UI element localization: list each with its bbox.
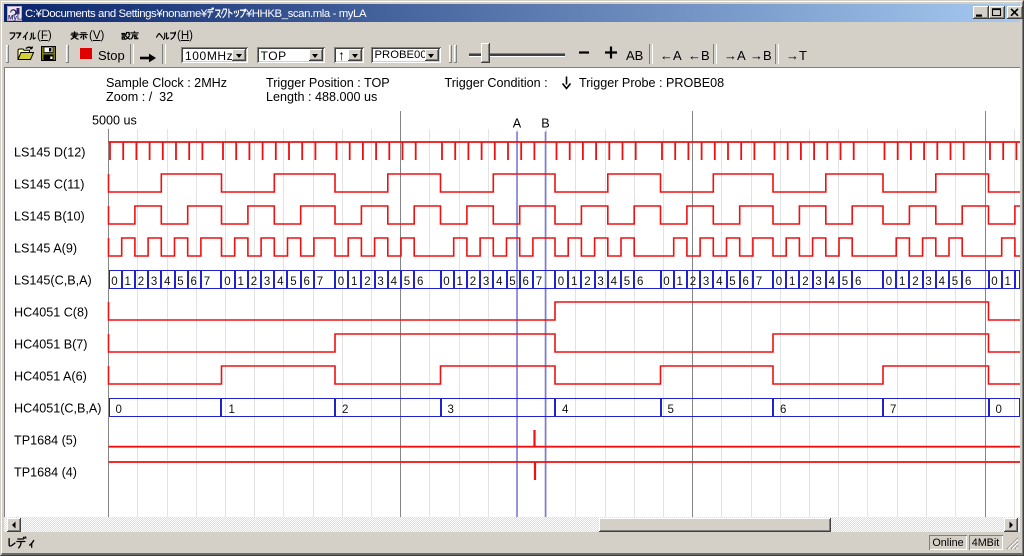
svg-text:2: 2 — [470, 276, 476, 288]
svg-text:HC4051(C,B,A): HC4051(C,B,A) — [14, 402, 102, 416]
svg-text:1: 1 — [789, 276, 795, 288]
svg-text:Sample Clock : 2MHz: Sample Clock : 2MHz — [106, 76, 227, 90]
svg-text:Trigger Position : TOP: Trigger Position : TOP — [266, 76, 390, 90]
svg-text:3: 3 — [815, 276, 821, 288]
svg-text:LS145 A(9): LS145 A(9) — [14, 242, 77, 256]
svg-text:Trigger Probe : PROBE08: Trigger Probe : PROBE08 — [579, 76, 724, 90]
svg-text:1: 1 — [571, 276, 577, 288]
svg-text:2: 2 — [364, 276, 370, 288]
svg-text:1: 1 — [351, 276, 357, 288]
svg-text:1: 1 — [677, 276, 683, 288]
svg-text:5: 5 — [404, 276, 410, 288]
svg-text:2: 2 — [342, 404, 348, 416]
svg-text:HC4051 B(7): HC4051 B(7) — [14, 338, 88, 352]
svg-text:0: 0 — [224, 276, 230, 288]
svg-text:4: 4 — [391, 276, 398, 288]
svg-text:0: 0 — [558, 276, 564, 288]
svg-text:3: 3 — [483, 276, 489, 288]
svg-text:7: 7 — [536, 276, 542, 288]
svg-text:3: 3 — [925, 276, 931, 288]
svg-text:4: 4 — [939, 276, 946, 288]
svg-text:0: 0 — [996, 404, 1002, 416]
svg-text:Trigger Condition :: Trigger Condition : — [445, 76, 548, 90]
svg-text:TP1684 (5): TP1684 (5) — [14, 434, 77, 448]
svg-text:1: 1 — [1005, 276, 1011, 288]
svg-text:5: 5 — [624, 276, 630, 288]
svg-text:0: 0 — [338, 276, 344, 288]
svg-text:4: 4 — [829, 276, 836, 288]
svg-text:LS145 C(11): LS145 C(11) — [14, 178, 84, 192]
svg-text:3: 3 — [703, 276, 709, 288]
svg-text:3: 3 — [377, 276, 383, 288]
svg-text:5: 5 — [290, 276, 296, 288]
svg-text:5: 5 — [509, 276, 515, 288]
svg-text:0: 0 — [116, 404, 122, 416]
svg-text:0: 0 — [111, 276, 117, 288]
svg-text:3: 3 — [597, 276, 603, 288]
svg-text:Zoom : / 32: Zoom : / 32 — [106, 90, 173, 104]
svg-text:LS145(C,B,A): LS145(C,B,A) — [14, 274, 92, 288]
svg-text:3: 3 — [264, 276, 270, 288]
svg-text:A: A — [513, 117, 522, 131]
svg-text:2: 2 — [251, 276, 257, 288]
svg-text:1: 1 — [229, 404, 235, 416]
svg-text:6: 6 — [855, 276, 861, 288]
svg-text:1: 1 — [457, 276, 463, 288]
svg-text:6: 6 — [743, 276, 749, 288]
svg-text:3: 3 — [448, 404, 454, 416]
svg-text:5: 5 — [177, 276, 183, 288]
svg-text:1: 1 — [125, 276, 131, 288]
svg-text:4: 4 — [562, 404, 569, 416]
svg-text:LS145 B(10): LS145 B(10) — [14, 210, 85, 224]
svg-text:5: 5 — [952, 276, 958, 288]
svg-text:6: 6 — [780, 404, 786, 416]
svg-text:4: 4 — [611, 276, 618, 288]
svg-text:1: 1 — [238, 276, 244, 288]
svg-text:LS145 D(12): LS145 D(12) — [14, 146, 85, 160]
svg-text:0: 0 — [443, 276, 449, 288]
svg-text:5000 us: 5000 us — [92, 114, 137, 128]
svg-text:7: 7 — [317, 276, 323, 288]
svg-text:6: 6 — [523, 276, 529, 288]
svg-text:Length : 488.000 us: Length : 488.000 us — [266, 90, 377, 104]
svg-text:5: 5 — [842, 276, 848, 288]
svg-text:6: 6 — [417, 276, 423, 288]
svg-text:4: 4 — [716, 276, 723, 288]
svg-text:5: 5 — [668, 404, 674, 416]
svg-text:HC4051 A(6): HC4051 A(6) — [14, 370, 87, 384]
svg-text:4: 4 — [164, 276, 171, 288]
svg-text:0: 0 — [776, 276, 782, 288]
svg-text:TP1684 (4): TP1684 (4) — [14, 466, 77, 480]
svg-text:5: 5 — [729, 276, 735, 288]
svg-text:6: 6 — [191, 276, 197, 288]
svg-text:6: 6 — [637, 276, 643, 288]
svg-text:7: 7 — [890, 404, 896, 416]
svg-text:4: 4 — [277, 276, 284, 288]
svg-text:B: B — [541, 117, 549, 131]
svg-text:1: 1 — [899, 276, 905, 288]
svg-text:6: 6 — [965, 276, 971, 288]
svg-text:4: 4 — [496, 276, 503, 288]
svg-text:3: 3 — [151, 276, 157, 288]
svg-text:2: 2 — [138, 276, 144, 288]
svg-text:2: 2 — [802, 276, 808, 288]
svg-text:2: 2 — [912, 276, 918, 288]
svg-text:0: 0 — [663, 276, 669, 288]
svg-text:7: 7 — [204, 276, 210, 288]
svg-text:7: 7 — [756, 276, 762, 288]
svg-text:6: 6 — [304, 276, 310, 288]
svg-text:2: 2 — [584, 276, 590, 288]
svg-text:2: 2 — [690, 276, 696, 288]
svg-text:0: 0 — [886, 276, 892, 288]
svg-text:0: 0 — [991, 276, 997, 288]
svg-text:HC4051 C(8): HC4051 C(8) — [14, 306, 88, 320]
svg-text:MyLA: MyLA — [8, 14, 22, 21]
